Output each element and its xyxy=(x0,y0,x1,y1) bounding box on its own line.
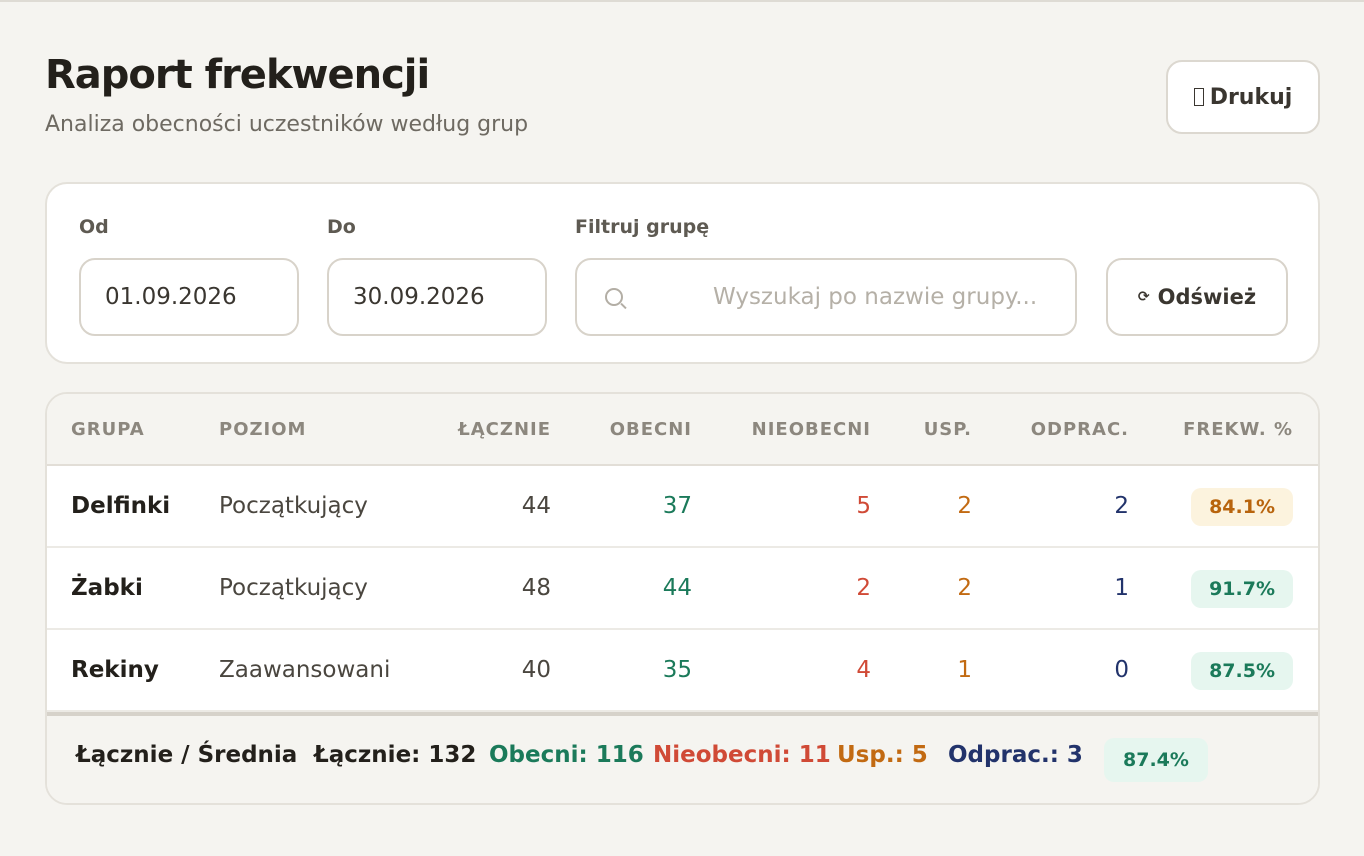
absent-count: 5 xyxy=(856,493,871,519)
date-to-value: 30.09.2026 xyxy=(353,284,485,310)
excused-count: 1 xyxy=(957,657,972,683)
group-filter-label: Filtruj grupę xyxy=(575,216,710,238)
summary-excused: Usp.: 5 xyxy=(837,742,928,768)
summary-total: Łącznie: 132 xyxy=(314,742,477,768)
date-to-input[interactable]: 30.09.2026 xyxy=(327,258,547,336)
date-to-label: Do xyxy=(327,216,356,238)
page-header: Raport frekwencji Analiza obecności ucze… xyxy=(45,52,528,137)
page-subtitle: Analiza obecności uczestników według gru… xyxy=(45,112,529,137)
group-name: Rekiny xyxy=(71,657,159,683)
group-search-input[interactable] xyxy=(713,284,1075,310)
group-name: Żabki xyxy=(71,575,143,601)
column-header-total[interactable]: ŁĄCZNIE xyxy=(458,419,551,440)
makeup-count: 2 xyxy=(1114,493,1129,519)
attendance-rate-badge: 91.7% xyxy=(1191,570,1293,608)
attendance-rate-badge: 87.5% xyxy=(1191,652,1293,690)
print-button[interactable]: Drukuj xyxy=(1166,60,1320,134)
excused-count: 2 xyxy=(957,493,972,519)
column-header-rate[interactable]: FREKW. % xyxy=(1183,419,1293,440)
absent-count: 2 xyxy=(856,575,871,601)
makeup-count: 0 xyxy=(1114,657,1129,683)
summary-absent: Nieobecni: 11 xyxy=(653,742,831,768)
column-header-group[interactable]: GRUPA xyxy=(71,419,145,440)
table-header: GRUPA POZIOM ŁĄCZNIE OBECNI NIEOBECNI US… xyxy=(47,394,1318,466)
group-level: Początkujący xyxy=(219,493,368,519)
summary-rate-badge: 87.4% xyxy=(1104,738,1208,782)
group-level: Zaawansowani xyxy=(219,657,391,683)
print-button-label: Drukuj xyxy=(1209,84,1293,110)
refresh-icon: ⟳ xyxy=(1137,289,1150,305)
total-count: 48 xyxy=(521,575,551,601)
table-row[interactable]: Rekiny Zaawansowani 40 35 4 1 0 87.5% xyxy=(47,630,1318,712)
attendance-rate-badge: 84.1% xyxy=(1191,488,1293,526)
printer-icon xyxy=(1193,88,1204,106)
column-header-level[interactable]: POZIOM xyxy=(219,419,306,440)
refresh-button-label: Odśwież xyxy=(1157,285,1257,309)
filter-panel: Od 01.09.2026 Do 30.09.2026 Filtruj grup… xyxy=(45,182,1320,364)
table-row[interactable]: Delfinki Początkujący 44 37 5 2 2 84.1% xyxy=(47,466,1318,548)
column-header-excused[interactable]: USP. xyxy=(924,419,972,440)
date-from-label: Od xyxy=(79,216,109,238)
refresh-button[interactable]: ⟳ Odśwież xyxy=(1106,258,1288,336)
present-count: 44 xyxy=(662,575,692,601)
total-count: 40 xyxy=(521,657,551,683)
table-footer-summary: Łącznie / Średnia Łącznie: 132 Obecni: 1… xyxy=(47,712,1318,803)
column-header-makeup[interactable]: ODPRAC. xyxy=(1031,419,1129,440)
page-title: Raport frekwencji xyxy=(45,52,430,98)
column-header-absent[interactable]: NIEOBECNI xyxy=(752,419,871,440)
column-header-present[interactable]: OBECNI xyxy=(610,419,692,440)
present-count: 37 xyxy=(662,493,692,519)
table-row[interactable]: Żabki Początkujący 48 44 2 2 1 91.7% xyxy=(47,548,1318,630)
group-name: Delfinki xyxy=(71,493,171,519)
group-search-field[interactable] xyxy=(575,258,1077,336)
absent-count: 4 xyxy=(856,657,871,683)
date-from-input[interactable]: 01.09.2026 xyxy=(79,258,299,336)
group-level: Początkujący xyxy=(219,575,368,601)
summary-present: Obecni: 116 xyxy=(489,742,644,768)
attendance-table: GRUPA POZIOM ŁĄCZNIE OBECNI NIEOBECNI US… xyxy=(45,392,1320,805)
present-count: 35 xyxy=(662,657,692,683)
makeup-count: 1 xyxy=(1114,575,1129,601)
summary-makeup: Odprac.: 3 xyxy=(948,742,1083,768)
total-count: 44 xyxy=(521,493,551,519)
excused-count: 2 xyxy=(957,575,972,601)
date-from-value: 01.09.2026 xyxy=(105,284,237,310)
search-icon xyxy=(605,288,623,306)
summary-label: Łącznie / Średnia xyxy=(76,742,298,768)
